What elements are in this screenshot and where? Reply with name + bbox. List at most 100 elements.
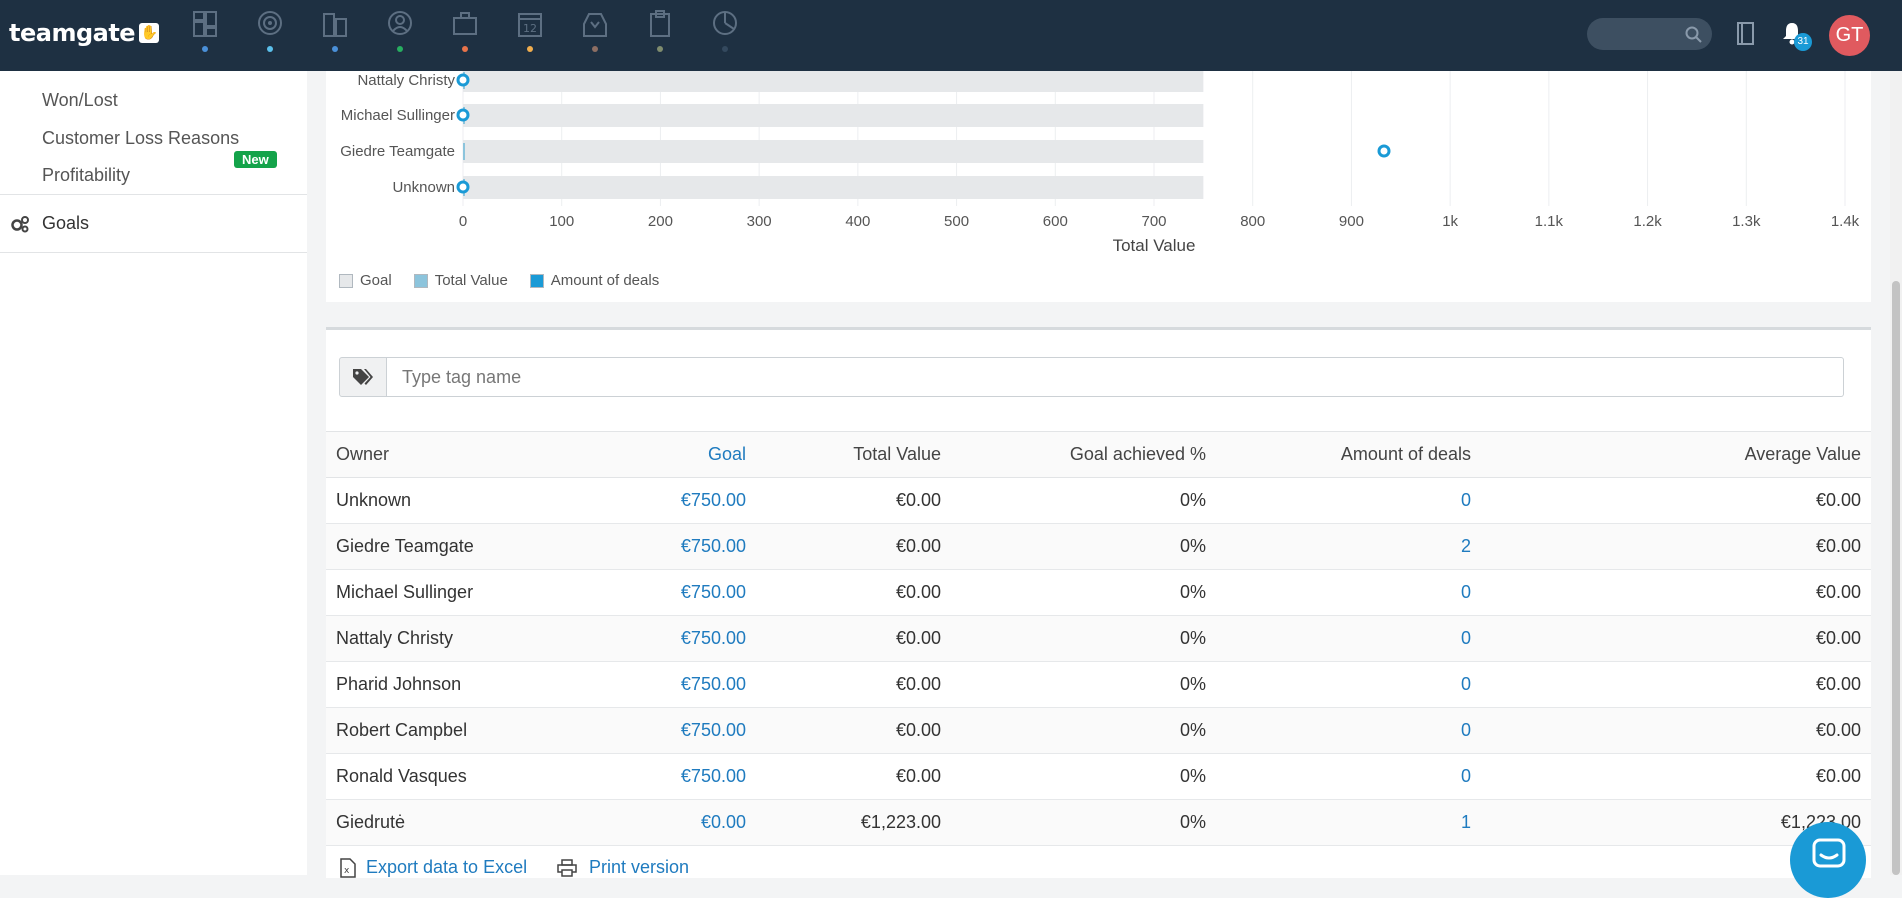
category-label: Unknown xyxy=(392,179,455,196)
legend-swatch xyxy=(339,273,353,288)
goal-achieved-cell: 0% xyxy=(951,753,1216,800)
goal-cell[interactable]: €750.00 xyxy=(586,523,756,570)
table-row: Michael Sullinger €750.00 €0.00 0% 0 €0.00 xyxy=(326,569,1871,616)
x-tick-label: 1.2k xyxy=(1633,213,1662,230)
sidebar-item-customer-loss-reasons[interactable]: Customer Loss Reasons xyxy=(42,128,239,149)
nav-indicator-dot xyxy=(527,46,533,52)
calendar-day-number: 12 xyxy=(523,22,537,35)
amount-of-deals-point xyxy=(1377,144,1391,158)
sidebar-item-profitability[interactable]: Profitability xyxy=(42,165,130,186)
goal-achieved-cell: 0% xyxy=(951,523,1216,570)
nav-item-calendar[interactable]: 12 xyxy=(497,0,562,71)
owner-cell: Ronald Vasques xyxy=(326,753,586,800)
svg-text:x: x xyxy=(344,866,350,876)
nav-item-contacts[interactable] xyxy=(367,0,432,71)
contacts-icon xyxy=(388,11,412,35)
gears-icon xyxy=(11,215,29,232)
amount-of-deals-point xyxy=(456,73,470,87)
dashboard-icon xyxy=(193,11,217,37)
nav-item-dashboard[interactable] xyxy=(172,0,237,71)
logo-hand-icon: ✋ xyxy=(139,23,160,43)
x-tick-label: 600 xyxy=(1043,213,1068,230)
column-header-goal-achieved[interactable]: Goal achieved % xyxy=(951,431,1216,478)
column-header-amount-of-deals[interactable]: Amount of deals xyxy=(1216,431,1481,478)
goal-cell[interactable]: €750.00 xyxy=(586,753,756,800)
x-tick-label: 500 xyxy=(944,213,969,230)
goal-achieved-cell: 0% xyxy=(951,661,1216,708)
amount-of-deals-cell[interactable]: 0 xyxy=(1216,477,1481,524)
x-tick-label: 1.1k xyxy=(1535,213,1564,230)
legend-item[interactable]: Amount of deals xyxy=(529,272,659,289)
nav-item-clipboard[interactable] xyxy=(627,0,692,71)
new-badge: New xyxy=(234,151,277,168)
nav-item-briefcase[interactable] xyxy=(432,0,497,71)
x-tick-label: 1.3k xyxy=(1732,213,1761,230)
owner-cell: Giedre Teamgate xyxy=(326,523,586,570)
column-header-average-value[interactable]: Average Value xyxy=(1481,431,1871,478)
tags-button[interactable] xyxy=(339,357,387,397)
sidebar-item-goals[interactable]: Goals xyxy=(10,213,89,234)
phonebook-icon[interactable] xyxy=(1736,22,1756,46)
table-row: Nattaly Christy €750.00 €0.00 0% 0 €0.00 xyxy=(326,615,1871,662)
goal-cell[interactable]: €750.00 xyxy=(586,707,756,754)
nav-item-buildings[interactable] xyxy=(302,0,367,71)
total-value-cell: €0.00 xyxy=(756,661,951,708)
column-header-goal[interactable]: Goal xyxy=(586,431,756,478)
global-search[interactable] xyxy=(1587,18,1712,50)
goal-cell[interactable]: €750.00 xyxy=(586,477,756,524)
amount-of-deals-cell[interactable]: 0 xyxy=(1216,661,1481,708)
owner-cell: Nattaly Christy xyxy=(326,615,586,662)
total-value-cell: €0.00 xyxy=(756,523,951,570)
tags-icon xyxy=(353,369,373,385)
x-tick-label: 100 xyxy=(549,213,574,230)
sidebar-item-won-lost[interactable]: Won/Lost xyxy=(42,90,118,111)
teamgate-logo[interactable]: teamgate ✋ xyxy=(9,19,160,47)
total-value-bar xyxy=(463,143,465,160)
nav-item-inbox[interactable] xyxy=(562,0,627,71)
column-header-total-value[interactable]: Total Value xyxy=(756,431,951,478)
logo-text: teamgate xyxy=(9,19,136,47)
chart-legend: Goal Total Value Amount of deals xyxy=(339,272,659,289)
legend-item[interactable]: Goal xyxy=(339,272,392,289)
nav-indicator-dot xyxy=(722,46,728,52)
amount-of-deals-cell[interactable]: 1 xyxy=(1216,799,1481,846)
page-scrollbar[interactable] xyxy=(1890,71,1902,875)
goal-cell[interactable]: €750.00 xyxy=(586,661,756,708)
notification-count-badge: 31 xyxy=(1794,33,1812,51)
category-label: Nattaly Christy xyxy=(357,72,455,89)
amount-of-deals-cell[interactable]: 0 xyxy=(1216,753,1481,800)
amount-of-deals-cell[interactable]: 0 xyxy=(1216,615,1481,662)
amount-of-deals-cell[interactable]: 0 xyxy=(1216,707,1481,754)
category-label: Giedre Teamgate xyxy=(340,143,455,160)
chat-icon xyxy=(1812,838,1846,868)
user-avatar[interactable]: GT xyxy=(1829,15,1870,56)
legend-swatch xyxy=(529,273,544,288)
goals-chart-card: Nattaly Christy Michael Sullinger Giedre T… xyxy=(326,71,1871,302)
goal-bar xyxy=(463,71,1204,92)
legend-item[interactable]: Total Value xyxy=(413,272,508,289)
scrollbar-thumb[interactable] xyxy=(1892,281,1900,875)
table-row: Robert Campbel €750.00 €0.00 0% 0 €0.00 xyxy=(326,707,1871,754)
nav-item-target[interactable] xyxy=(237,0,302,71)
goals-table-card: Owner Goal Total Value Goal achieved % A… xyxy=(326,327,1871,878)
average-value-cell: €0.00 xyxy=(1481,523,1871,570)
amount-of-deals-cell[interactable]: 0 xyxy=(1216,569,1481,616)
goal-cell[interactable]: €750.00 xyxy=(586,615,756,662)
chat-launcher-button[interactable] xyxy=(1790,822,1866,898)
owner-cell: Unknown xyxy=(326,477,586,524)
table-row: Pharid Johnson €750.00 €0.00 0% 0 €0.00 xyxy=(326,661,1871,708)
buildings-icon xyxy=(323,13,347,37)
x-tick-label: 300 xyxy=(747,213,772,230)
nav-indicator-dot xyxy=(202,46,208,52)
goal-cell[interactable]: €750.00 xyxy=(586,569,756,616)
reports-icon xyxy=(713,11,737,35)
x-tick-label: 900 xyxy=(1339,213,1364,230)
tag-name-input[interactable] xyxy=(387,357,1844,397)
total-value-cell: €0.00 xyxy=(756,707,951,754)
goal-cell[interactable]: €0.00 xyxy=(586,799,756,846)
goal-bar xyxy=(463,104,1204,127)
column-header-owner[interactable]: Owner xyxy=(326,431,586,478)
owner-cell: Michael Sullinger xyxy=(326,569,586,616)
nav-item-reports[interactable] xyxy=(692,0,757,71)
amount-of-deals-cell[interactable]: 2 xyxy=(1216,523,1481,570)
